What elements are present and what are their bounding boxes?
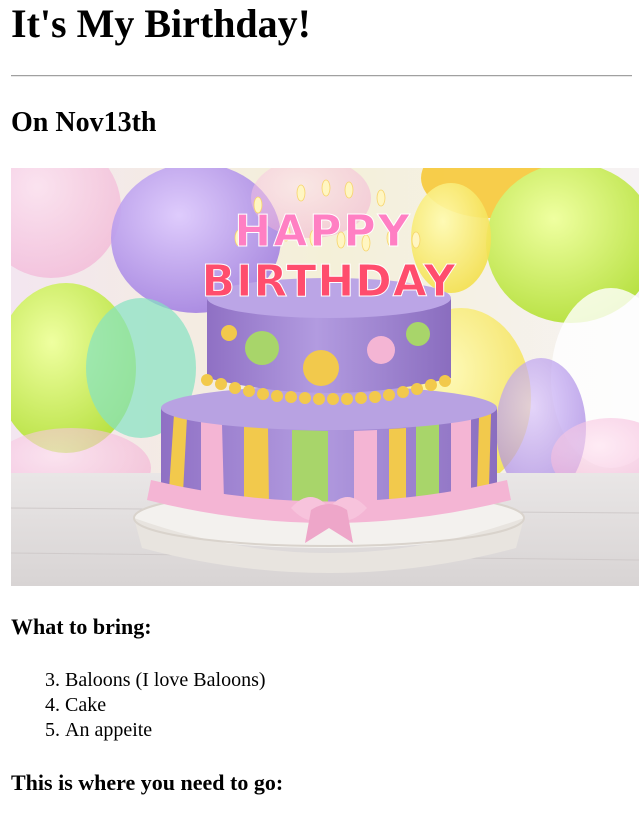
birthday-cake-image: HAPPY BIRTHDAY [11,168,639,586]
list-item: Baloons (I love Baloons) [65,668,632,693]
cake-topper-line2: BIRTHDAY [202,256,457,307]
directions-heading: This is where you need to go: [11,770,284,795]
list-item: An appeite [65,718,632,743]
list-item: Cake [65,693,632,718]
page-body: It's My Birthday! On Nov13th HAPPY BIRTH… [0,0,643,796]
bring-heading: What to bring: [11,614,152,639]
date-heading: On Nov13th [11,107,157,138]
bring-list: Baloons (I love Baloons) Cake An appeite [11,668,632,743]
page-title: It's My Birthday! [11,1,311,46]
cake-topper-line1: HAPPY [234,206,411,257]
divider [11,75,632,77]
